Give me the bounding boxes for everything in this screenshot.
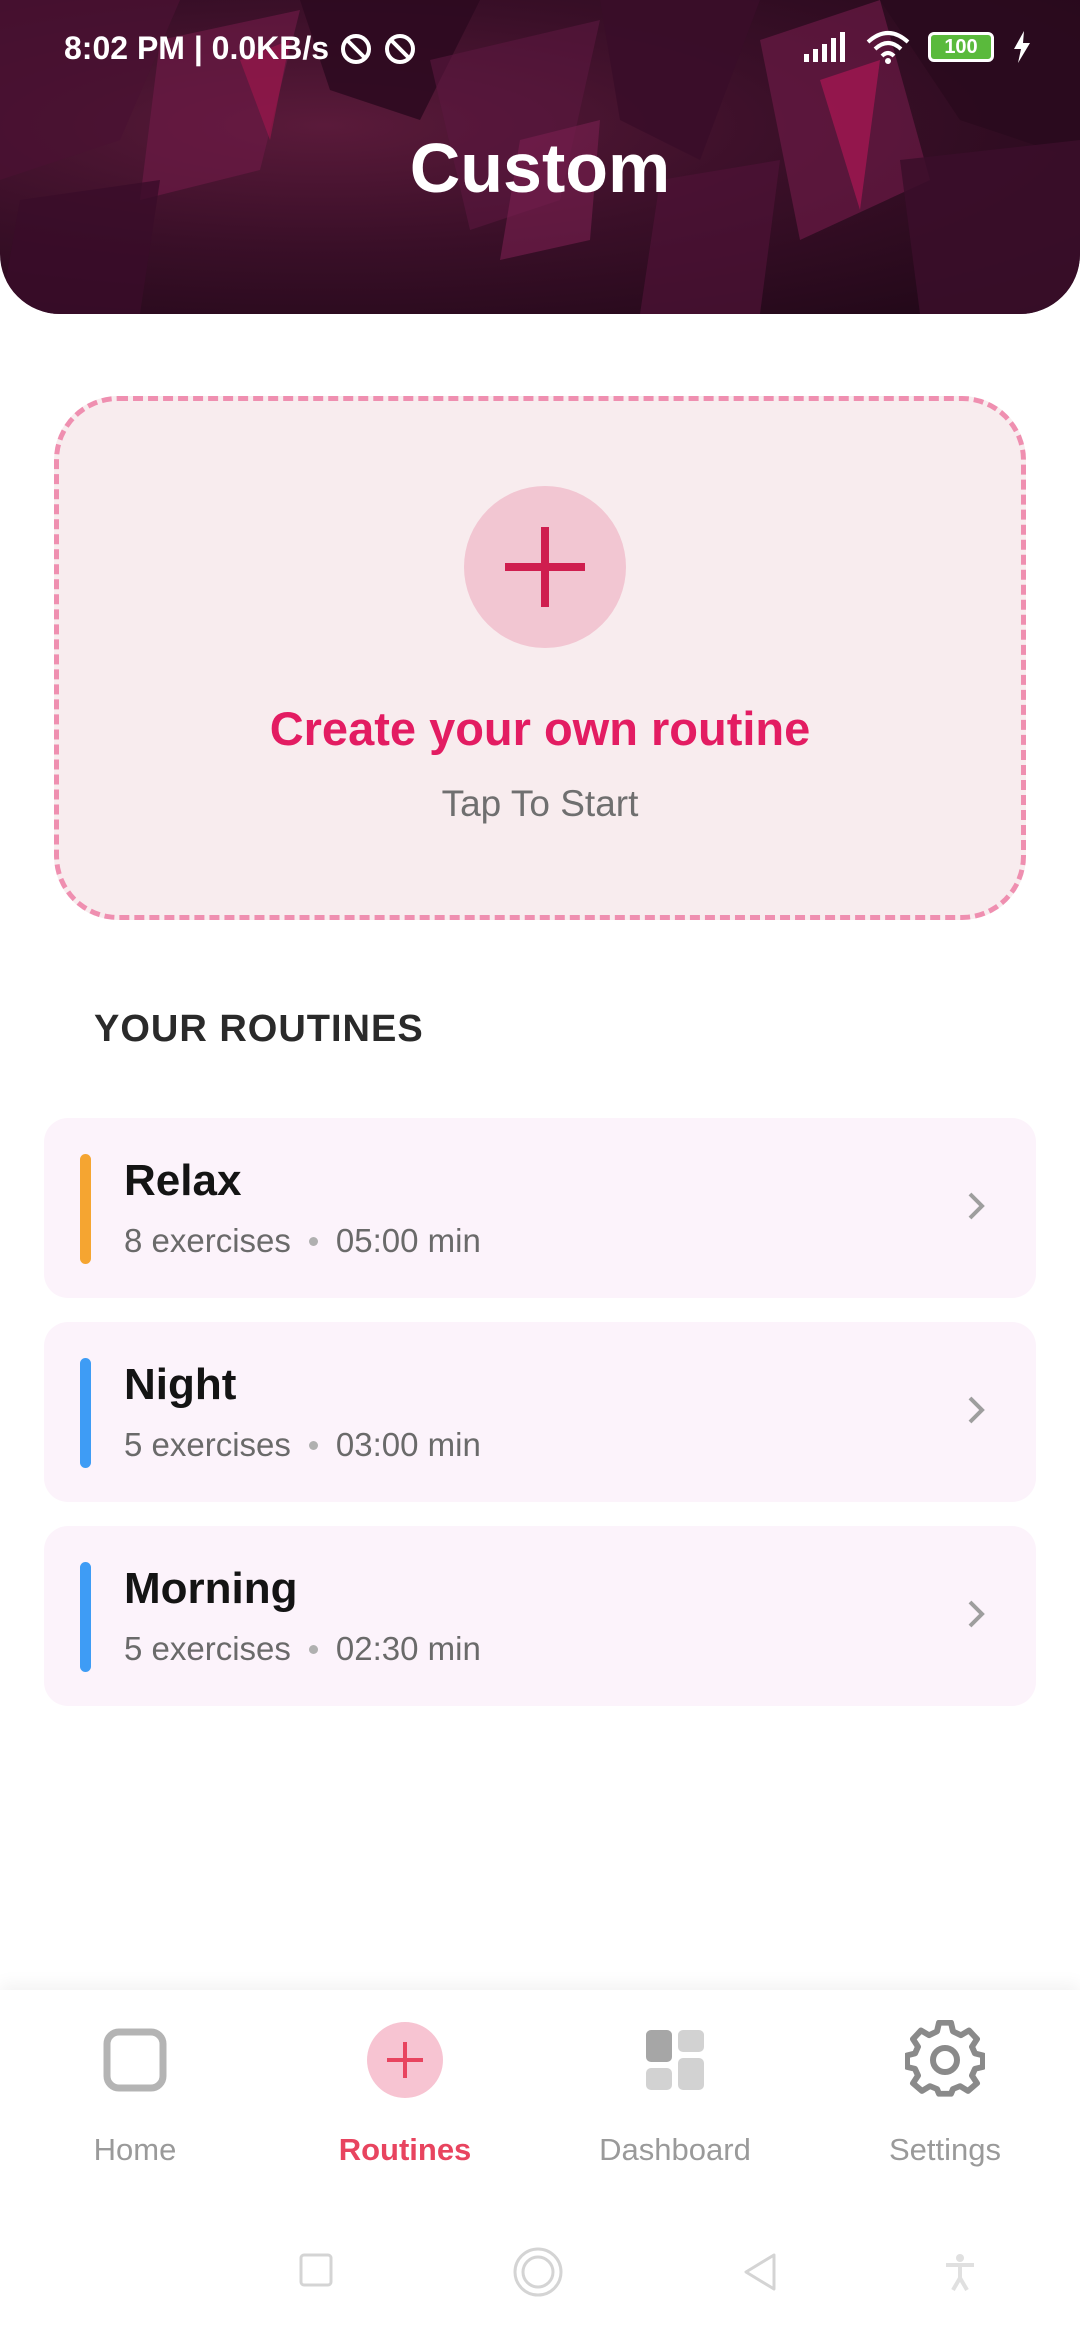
routine-meta: 5 exercises 03:00 min xyxy=(124,1426,481,1464)
routine-meta: 5 exercises 02:30 min xyxy=(124,1630,481,1668)
routine-item-morning[interactable]: Morning 5 exercises 02:30 min xyxy=(44,1526,1036,1706)
chevron-right-icon xyxy=(968,1600,985,1628)
page-title: Custom xyxy=(409,129,671,207)
battery-level: 100 xyxy=(944,36,978,58)
plus-circle-icon xyxy=(367,2022,443,2098)
routine-duration: 03:00 min xyxy=(335,1426,481,1463)
back-icon[interactable] xyxy=(742,2252,778,2292)
create-routine-title: Create your own routine xyxy=(269,702,811,755)
nav-item-routines[interactable]: Routines xyxy=(270,1990,540,2212)
battery-icon: 100 xyxy=(928,32,994,62)
dnd-icon xyxy=(385,33,416,64)
accessibility-icon[interactable] xyxy=(940,2252,980,2292)
nav-item-dashboard[interactable]: Dashboard xyxy=(540,1990,810,2212)
charging-icon xyxy=(1014,31,1030,63)
gear-icon xyxy=(905,2020,985,2097)
nav-label-dashboard: Dashboard xyxy=(599,2132,751,2167)
nav-label-home: Home xyxy=(93,2132,177,2167)
header: 8:02 PM | 0.0KB/s 100 Custom xyxy=(0,0,1080,314)
create-plus-circle xyxy=(464,486,626,648)
home-square-icon xyxy=(103,2028,167,2092)
routine-exercises: 5 exercises xyxy=(124,1630,291,1667)
routine-exercises: 8 exercises xyxy=(124,1222,291,1259)
dnd-icon xyxy=(341,33,372,64)
routine-accent-bar xyxy=(80,1358,91,1468)
routine-exercises: 5 exercises xyxy=(124,1426,291,1463)
bottom-navigation: Home Routines Dashboard Settings xyxy=(0,1990,1080,2212)
routine-accent-bar xyxy=(80,1154,91,1264)
wifi-icon xyxy=(866,31,910,64)
routine-accent-bar xyxy=(80,1562,91,1672)
routine-name: Relax xyxy=(124,1156,242,1205)
nav-label-settings: Settings xyxy=(888,2132,1001,2167)
status-bar: 8:02 PM | 0.0KB/s 100 xyxy=(0,0,1080,100)
your-routines-heading: YOUR ROUTINES xyxy=(94,1008,424,1050)
separator-dot xyxy=(308,1644,318,1654)
routine-duration: 05:00 min xyxy=(335,1222,481,1259)
nav-item-home[interactable]: Home xyxy=(0,1990,270,2212)
routine-item-relax[interactable]: Relax 8 exercises 05:00 min xyxy=(44,1118,1036,1298)
routine-name: Night xyxy=(124,1360,237,1409)
nav-label-routines: Routines xyxy=(338,2132,472,2167)
nav-item-settings[interactable]: Settings xyxy=(810,1990,1080,2212)
chevron-right-icon xyxy=(968,1192,985,1220)
routine-duration: 02:30 min xyxy=(335,1630,481,1667)
home-button-icon[interactable] xyxy=(512,2246,564,2298)
routine-meta: 8 exercises 05:00 min xyxy=(124,1222,481,1260)
recents-icon[interactable] xyxy=(298,2252,334,2288)
dashboard-icon xyxy=(646,2030,704,2090)
signal-icon xyxy=(804,32,845,62)
separator-dot xyxy=(308,1440,318,1450)
create-routine-subtitle: Tap To Start xyxy=(441,783,639,824)
routine-name: Morning xyxy=(124,1564,298,1613)
system-navigation-bar xyxy=(0,2212,1080,2340)
plus-icon xyxy=(505,527,585,607)
separator-dot xyxy=(308,1236,318,1246)
chevron-right-icon xyxy=(968,1396,985,1424)
create-routine-card[interactable]: Create your own routine Tap To Start xyxy=(54,396,1026,920)
status-time-speed: 8:02 PM | 0.0KB/s xyxy=(64,30,330,66)
routine-item-night[interactable]: Night 5 exercises 03:00 min xyxy=(44,1322,1036,1502)
